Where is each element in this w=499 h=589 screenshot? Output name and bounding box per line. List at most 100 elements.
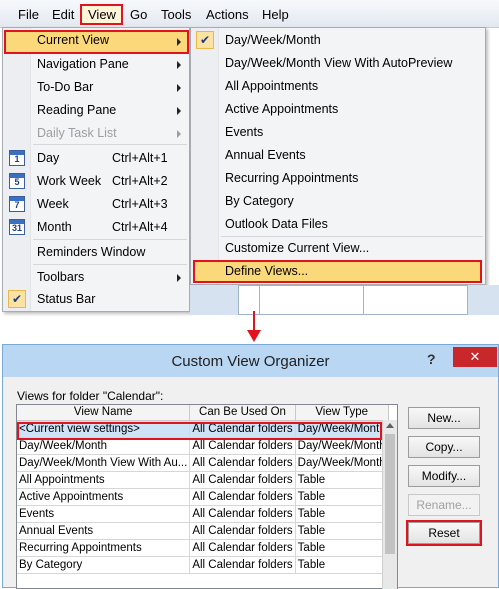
menu-item-status-bar[interactable]: Status Bar xyxy=(37,292,95,306)
cell-view-name: Recurring Appointments xyxy=(17,539,191,557)
help-button[interactable]: ? xyxy=(427,351,436,367)
cell-view-name: All Appointments xyxy=(17,471,191,489)
cell-can-be-used-on: All Calendar folders xyxy=(189,454,296,472)
menu-item-active-appointments[interactable]: Active Appointments xyxy=(225,102,338,116)
menu-item-dwm-autopreview[interactable]: Day/Week/Month View With AutoPreview xyxy=(225,56,452,70)
cell-view-name: Annual Events xyxy=(17,522,191,540)
menu-item-recurring-appointments[interactable]: Recurring Appointments xyxy=(225,171,358,185)
menu-item-outlook-data-files[interactable]: Outlook Data Files xyxy=(225,217,328,231)
cell-can-be-used-on: All Calendar folders xyxy=(189,488,296,506)
submenu-arrow-icon xyxy=(177,61,181,69)
table-scrollbar[interactable] xyxy=(382,420,397,589)
submenu-arrow-icon xyxy=(177,84,181,92)
table-row[interactable]: Active Appointments All Calendar folders… xyxy=(17,488,389,506)
menu-separator xyxy=(33,144,187,145)
scroll-up-icon[interactable] xyxy=(386,423,394,428)
menu-separator xyxy=(33,264,187,265)
cell-view-type: Table xyxy=(295,488,389,506)
menu-gutter xyxy=(3,28,31,311)
cell-view-type: Day/Week/Month xyxy=(295,420,389,438)
cell-view-type: Table xyxy=(295,505,389,523)
submenu-arrow-icon xyxy=(177,38,181,46)
table-row[interactable]: Day/Week/Month View With Au... All Calen… xyxy=(17,454,389,472)
shortcut-week: Ctrl+Alt+3 xyxy=(112,197,168,211)
menu-item-navigation-pane[interactable]: Navigation Pane xyxy=(37,57,129,71)
shortcut-month: Ctrl+Alt+4 xyxy=(112,220,168,234)
checkmark-icon: ✔ xyxy=(8,290,26,308)
column-header-view-name[interactable]: View Name xyxy=(17,405,191,421)
submenu-arrow-icon xyxy=(177,130,181,138)
menu-item-toolbars[interactable]: Toolbars xyxy=(37,270,84,284)
calendar-month-icon: 31 xyxy=(9,219,25,235)
cell-view-type: Table xyxy=(295,471,389,489)
menu-item-daily-task-list: Daily Task List xyxy=(37,126,117,140)
menu-item-day-week-month[interactable]: Day/Week/Month xyxy=(225,33,321,47)
menu-item-current-view[interactable]: Current View xyxy=(37,33,109,47)
cell-view-type: Day/Week/Month xyxy=(295,437,389,455)
new-button[interactable]: New... xyxy=(408,407,480,429)
menu-gutter xyxy=(191,28,219,284)
cell-view-name: By Category xyxy=(17,556,191,574)
calendar-workweek-icon: 5 xyxy=(9,173,25,189)
menu-item-reading-pane[interactable]: Reading Pane xyxy=(37,103,116,117)
menu-separator xyxy=(221,236,483,237)
cell-view-name: Events xyxy=(17,505,191,523)
dialog-title: Custom View Organizer xyxy=(171,353,330,370)
cell-view-type: Table xyxy=(295,556,389,574)
menu-file[interactable]: File xyxy=(18,7,39,22)
cell-view-name: Day/Week/Month xyxy=(17,437,191,455)
scroll-thumb[interactable] xyxy=(385,434,395,554)
menu-item-annual-events[interactable]: Annual Events xyxy=(225,148,306,162)
menu-item-customize-current-view[interactable]: Customize Current View... xyxy=(225,241,369,255)
background-calendar-fragment xyxy=(190,285,499,315)
table-row[interactable]: Day/Week/Month All Calendar folders Day/… xyxy=(17,437,389,455)
column-header-can-be-used-on[interactable]: Can Be Used On xyxy=(189,405,296,421)
shortcut-day: Ctrl+Alt+1 xyxy=(112,151,168,165)
table-row[interactable]: Annual Events All Calendar folders Table xyxy=(17,522,389,540)
menu-item-by-category[interactable]: By Category xyxy=(225,194,294,208)
calendar-day-icon: 1 xyxy=(9,150,25,166)
menu-item-day[interactable]: Day xyxy=(37,151,59,165)
dialog-titlebar: Custom View Organizer ? ✕ xyxy=(3,345,498,377)
menu-item-define-views[interactable]: Define Views... xyxy=(225,264,308,278)
views-for-folder-label: Views for folder "Calendar": xyxy=(17,389,164,403)
menu-item-reminders-window[interactable]: Reminders Window xyxy=(37,245,145,259)
cell-can-be-used-on: All Calendar folders xyxy=(189,505,296,523)
menu-item-todo-bar[interactable]: To-Do Bar xyxy=(37,80,93,94)
menu-item-week[interactable]: Week xyxy=(37,197,69,211)
modify-button[interactable]: Modify... xyxy=(408,465,480,487)
table-row[interactable]: <Current view settings> All Calendar fol… xyxy=(17,420,389,438)
menu-go[interactable]: Go xyxy=(130,7,147,22)
menu-edit[interactable]: Edit xyxy=(52,7,74,22)
reset-button[interactable]: Reset xyxy=(408,522,480,544)
menu-item-month[interactable]: Month xyxy=(37,220,72,234)
menu-bar: File Edit View Go Tools Actions Help xyxy=(0,0,499,28)
cell-can-be-used-on: All Calendar folders xyxy=(189,471,296,489)
menu-tools[interactable]: Tools xyxy=(161,7,191,22)
menu-item-all-appointments[interactable]: All Appointments xyxy=(225,79,318,93)
table-row[interactable]: Recurring Appointments All Calendar fold… xyxy=(17,539,389,557)
calendar-cell xyxy=(364,285,468,315)
menu-item-events[interactable]: Events xyxy=(225,125,263,139)
cell-view-type: Table xyxy=(295,522,389,540)
menu-item-work-week[interactable]: Work Week xyxy=(37,174,101,188)
cell-view-name: Day/Week/Month View With Au... xyxy=(17,454,191,472)
menu-separator xyxy=(33,239,187,240)
shortcut-work-week: Ctrl+Alt+2 xyxy=(112,174,168,188)
copy-button[interactable]: Copy... xyxy=(408,436,480,458)
column-header-view-type[interactable]: View Type xyxy=(295,405,389,421)
menu-help[interactable]: Help xyxy=(262,7,289,22)
menu-actions[interactable]: Actions xyxy=(206,7,249,22)
close-button[interactable]: ✕ xyxy=(453,347,497,367)
cell-view-name: <Current view settings> xyxy=(17,420,191,438)
current-view-submenu: ✔ Day/Week/Month Day/Week/Month View Wit… xyxy=(190,27,486,285)
table-row[interactable]: All Appointments All Calendar folders Ta… xyxy=(17,471,389,489)
checkmark-icon: ✔ xyxy=(196,31,214,49)
cell-can-be-used-on: All Calendar folders xyxy=(189,437,296,455)
cell-view-name: Active Appointments xyxy=(17,488,191,506)
menu-view[interactable]: View xyxy=(88,7,116,22)
table-row[interactable]: Events All Calendar folders Table xyxy=(17,505,389,523)
cell-can-be-used-on: All Calendar folders xyxy=(189,522,296,540)
cell-can-be-used-on: All Calendar folders xyxy=(189,556,296,574)
table-row[interactable]: By Category All Calendar folders Table xyxy=(17,556,389,574)
